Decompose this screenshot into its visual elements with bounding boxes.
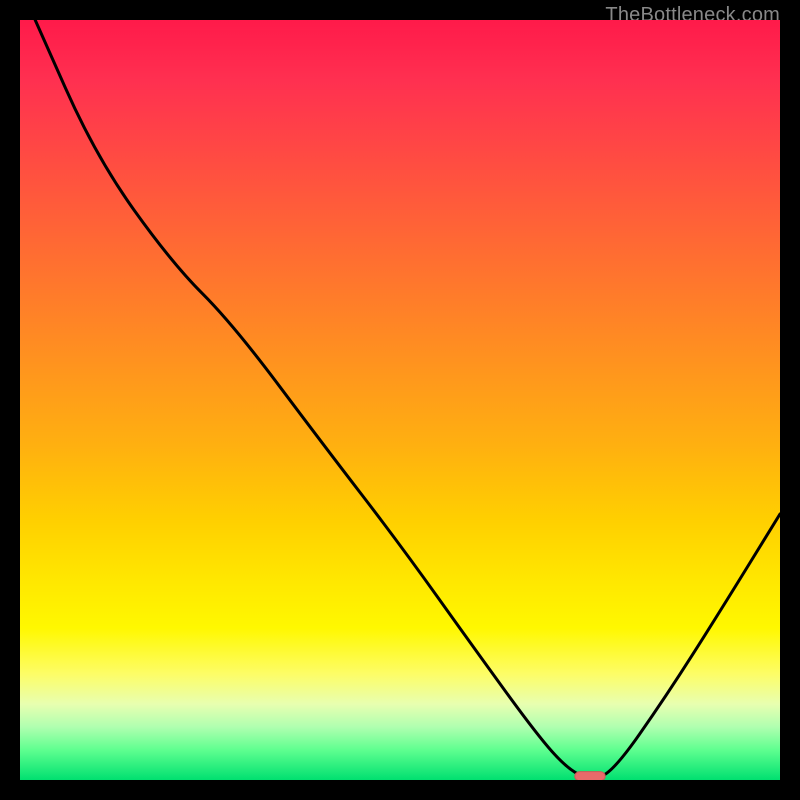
curve-svg: [20, 20, 780, 780]
plot-area: [20, 20, 780, 780]
chart-container: TheBottleneck.com: [0, 0, 800, 800]
optimal-point-marker: [575, 772, 605, 780]
bottleneck-curve: [35, 20, 780, 778]
